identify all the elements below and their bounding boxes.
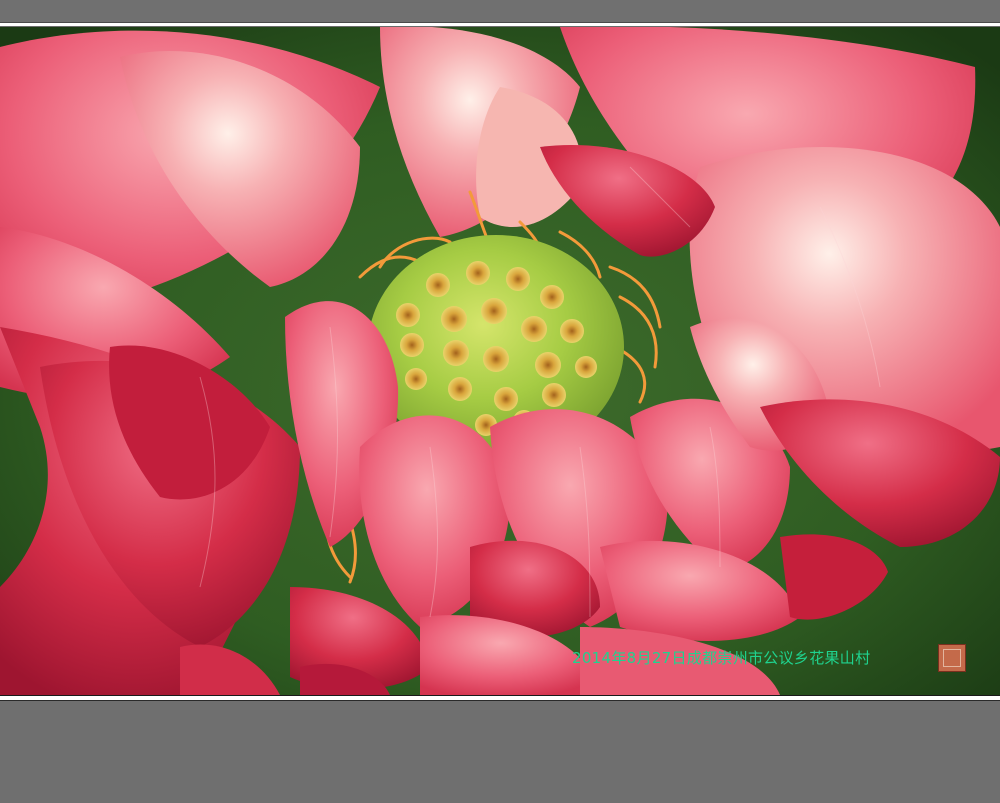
bottom-panel	[0, 700, 1000, 803]
top-border-line	[0, 23, 1000, 26]
top-bar	[0, 0, 1000, 23]
photo-caption: 2014年8月27日成都崇州市公议乡花果山村	[572, 649, 871, 667]
photo-frame	[0, 27, 1000, 695]
lotus-photo	[0, 27, 1000, 695]
seal-stamp	[938, 644, 966, 672]
